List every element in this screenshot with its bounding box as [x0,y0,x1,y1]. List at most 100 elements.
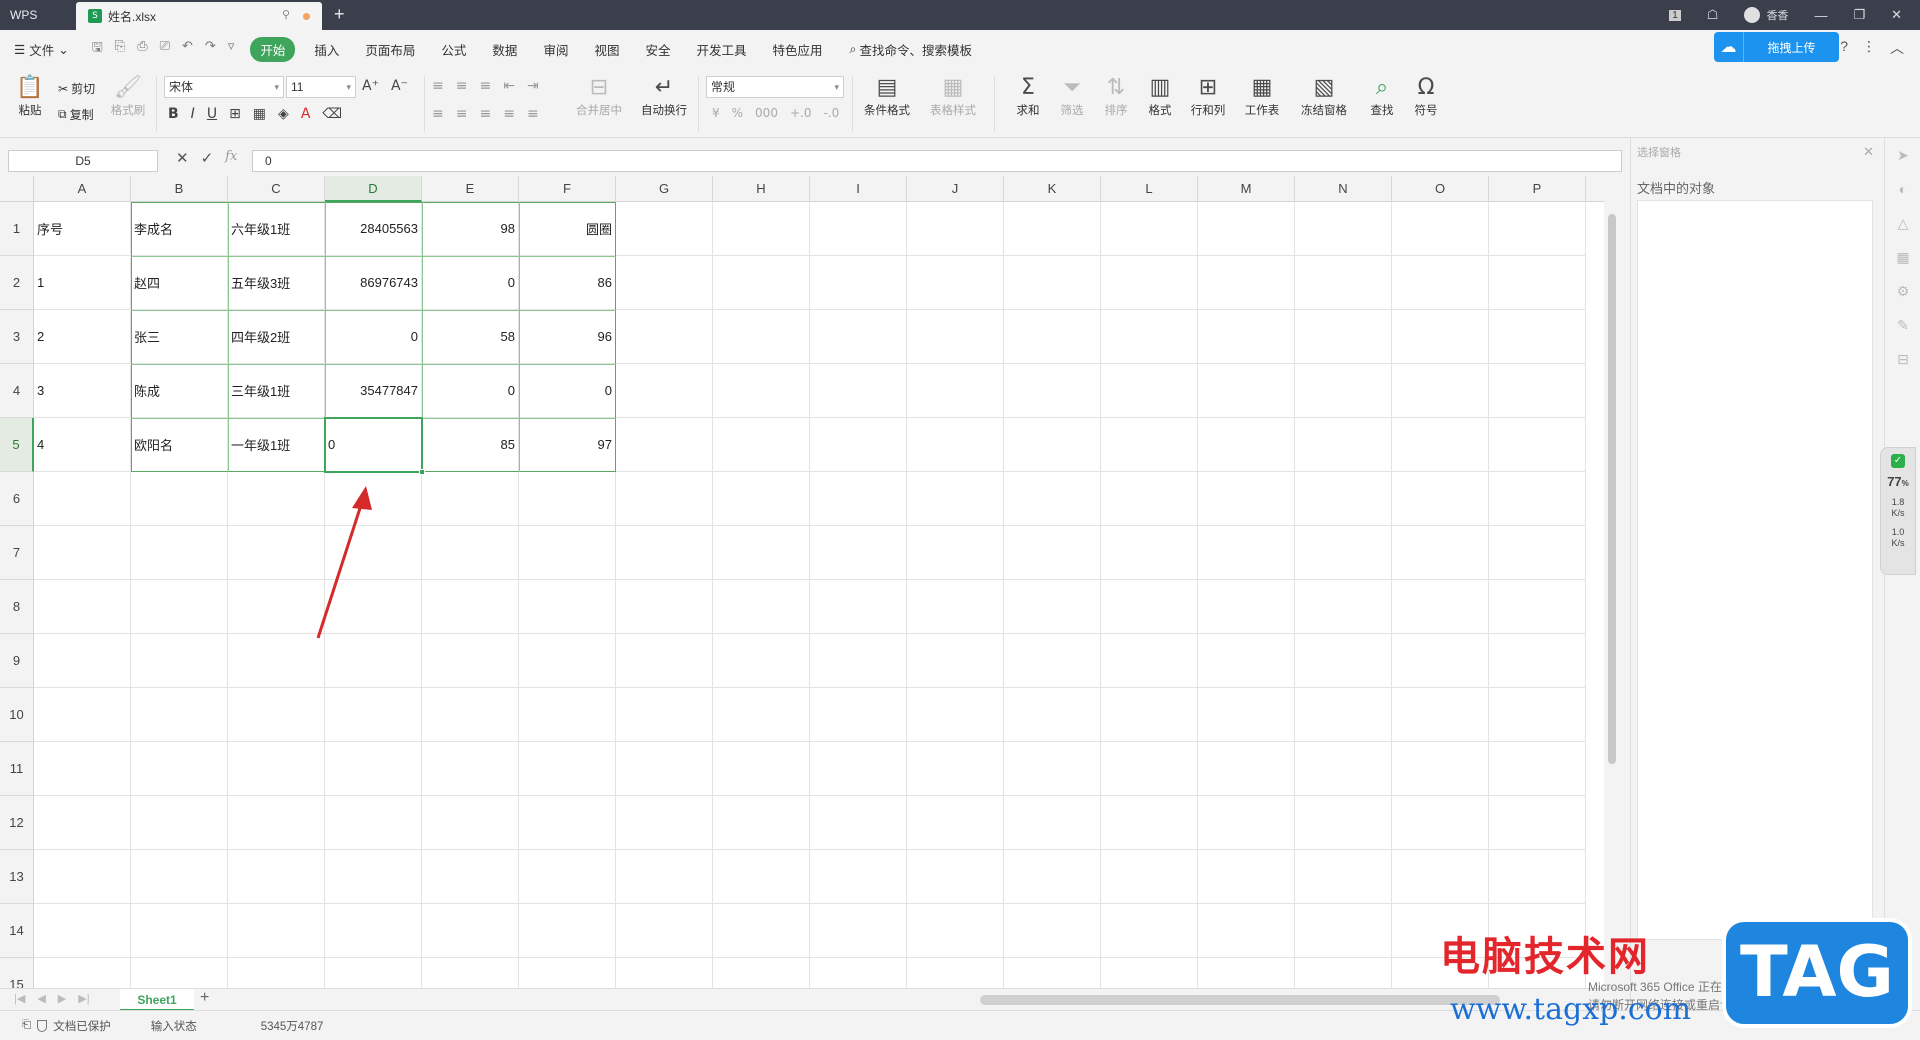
cell-p10[interactable] [1489,688,1586,742]
thousands-icon[interactable]: 000 [755,106,778,120]
objects-list[interactable] [1637,200,1873,940]
row-header-8[interactable]: 8 [0,580,34,634]
cell-j12[interactable] [907,796,1004,850]
vertical-scrollbar[interactable] [1604,176,1620,988]
print-preview-icon[interactable]: ⎚ [160,38,170,60]
cell-h3[interactable] [713,310,810,364]
cell-l15[interactable] [1101,958,1198,988]
cell-a5[interactable]: 4 [34,418,131,472]
cell-h5[interactable] [713,418,810,472]
box-icon[interactable]: ⊟ [1885,342,1920,376]
cell-h11[interactable] [713,742,810,796]
cursor-icon[interactable]: ➤ [1885,138,1920,172]
cell-k13[interactable] [1004,850,1101,904]
cell-p5[interactable] [1489,418,1586,472]
cell-h14[interactable] [713,904,810,958]
cell-d14[interactable] [325,904,422,958]
cell-g2[interactable] [616,256,713,310]
cell-g1[interactable] [616,202,713,256]
cell-l2[interactable] [1101,256,1198,310]
cell-o11[interactable] [1392,742,1489,796]
cell-a2[interactable]: 1 [34,256,131,310]
cell-f1[interactable]: 圆圈 [519,202,616,256]
cell-b1[interactable]: 李成名 [131,202,228,256]
tab-formulas[interactable]: 公式 [428,40,479,59]
cell-b7[interactable] [131,526,228,580]
skin-icon[interactable]: ☖ [1707,7,1719,23]
cell-j9[interactable] [907,634,1004,688]
cell-n11[interactable] [1295,742,1392,796]
cell-i14[interactable] [810,904,907,958]
bold-icon[interactable]: B [168,106,179,122]
select-all-corner[interactable] [0,176,34,202]
collapse-ribbon-icon[interactable]: ︿ [1890,38,1904,58]
cell-i13[interactable] [810,850,907,904]
cell-i6[interactable] [810,472,907,526]
cut-button[interactable]: ✂ 剪切 [58,80,95,97]
shape-icon[interactable]: △ [1885,206,1920,240]
cell-p13[interactable] [1489,850,1586,904]
cell-g11[interactable] [616,742,713,796]
row-header-1[interactable]: 1 [0,202,34,256]
cell-h7[interactable] [713,526,810,580]
column-header-j[interactable]: J [907,176,1004,202]
font-size-select[interactable]: 11 ▾ [286,76,356,98]
cell-d4[interactable]: 35477847 [325,364,422,418]
export-pdf-icon[interactable]: ⎘ [115,38,125,60]
spreadsheet-grid[interactable]: ABCDEFGHIJKLMNOP 1 序号 李成名 六年级1班 28405563 98 圆圈… [0,176,1604,988]
cell-k9[interactable] [1004,634,1101,688]
cell-e2[interactable]: 0 [422,256,519,310]
window-count-badge[interactable]: 1 [1669,9,1681,21]
column-header-d[interactable]: D [325,176,422,202]
upload-button[interactable]: ☁ 拖拽上传 [1714,32,1839,62]
cell-i15[interactable] [810,958,907,988]
pin-icon[interactable]: ⚲ [282,8,290,21]
cell-j11[interactable] [907,742,1004,796]
network-meter[interactable]: ✓ 77% 1.8 K/s 1.0 K/s [1880,447,1916,575]
cell-e7[interactable] [422,526,519,580]
tab-data[interactable]: 数据 [479,40,530,59]
find-button[interactable]: ⌕ 查找 [1364,74,1400,118]
cell-b13[interactable] [131,850,228,904]
cell-m10[interactable] [1198,688,1295,742]
sort-button[interactable]: ⇅ 排序 [1098,74,1134,118]
cell-k8[interactable] [1004,580,1101,634]
formula-input[interactable]: 0 [252,150,1622,172]
row-header-15[interactable]: 15 [0,958,34,988]
format-painter-button[interactable]: 🖌 格式刷 [108,74,148,118]
cell-i4[interactable] [810,364,907,418]
cell-n15[interactable] [1295,958,1392,988]
close-icon[interactable]: ✕ [1891,7,1902,23]
add-sheet-button[interactable]: + [200,989,209,1007]
cell-m12[interactable] [1198,796,1295,850]
cell-p4[interactable] [1489,364,1586,418]
italic-icon[interactable]: I [191,106,195,122]
cell-f8[interactable] [519,580,616,634]
tab-review[interactable]: 审阅 [530,40,581,59]
copy-button[interactable]: ⧉ 复制 [58,106,94,123]
cell-n5[interactable] [1295,418,1392,472]
cell-a1[interactable]: 序号 [34,202,131,256]
cell-c2[interactable]: 五年级3班 [228,256,325,310]
function-icon[interactable]: fx [225,149,237,167]
cell-m5[interactable] [1198,418,1295,472]
cell-b5[interactable]: 欧阳名 [131,418,228,472]
cell-m7[interactable] [1198,526,1295,580]
cell-j2[interactable] [907,256,1004,310]
align-center-icon[interactable]: ≡ [456,106,468,122]
cell-m13[interactable] [1198,850,1295,904]
cell-h8[interactable] [713,580,810,634]
cell-n10[interactable] [1295,688,1392,742]
column-header-f[interactable]: F [519,176,616,202]
cell-b15[interactable] [131,958,228,988]
row-col-button[interactable]: ⊞ 行和列 [1186,74,1230,118]
cell-c1[interactable]: 六年级1班 [228,202,325,256]
cell-a15[interactable] [34,958,131,988]
font-name-select[interactable]: 宋体 ▾ [164,76,284,98]
cell-b8[interactable] [131,580,228,634]
cell-b2[interactable]: 赵四 [131,256,228,310]
cell-j4[interactable] [907,364,1004,418]
cell-i11[interactable] [810,742,907,796]
last-sheet-icon[interactable]: ▶| [78,992,89,1005]
cell-p11[interactable] [1489,742,1586,796]
